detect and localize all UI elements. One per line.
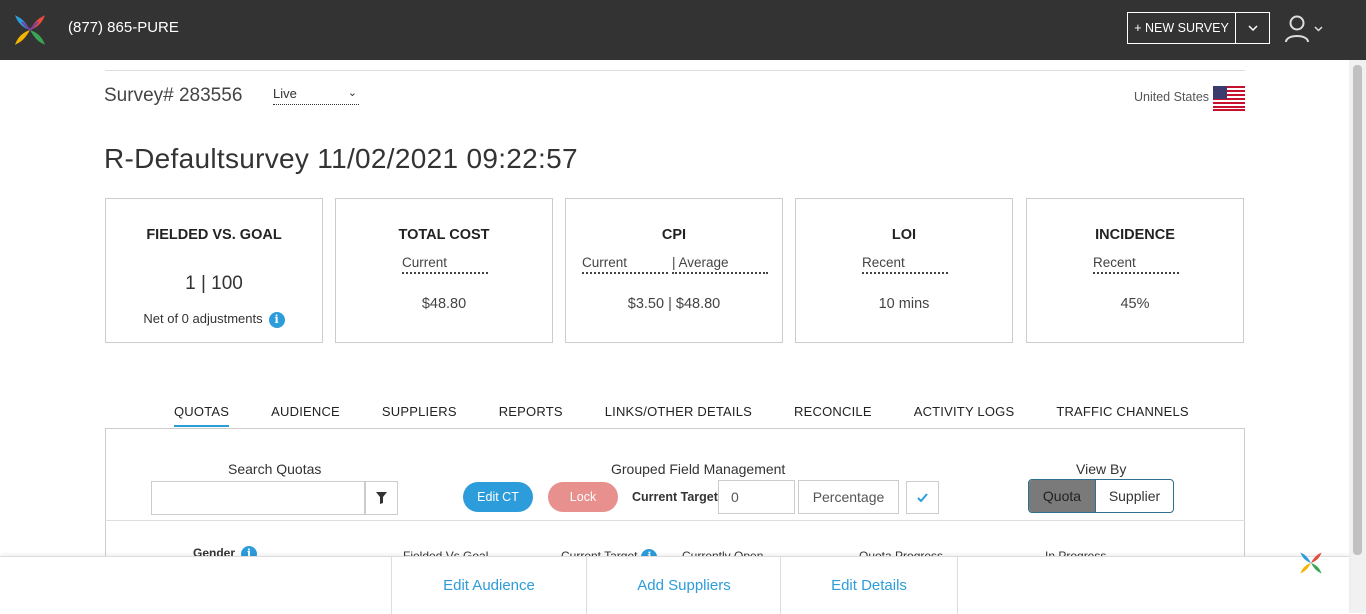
tab-quotas[interactable]: QUOTAS [174,404,230,427]
card-title: LOI [891,227,917,243]
chat-widget-logo-icon[interactable] [1299,551,1323,575]
card-note: Net of 0 adjustments i [106,311,322,328]
chevron-down-icon: ⌄ [347,87,357,99]
chevron-down-icon [1314,26,1323,32]
survey-tabs: QUOTAS AUDIENCE SUPPLIERS REPORTS LINKS/… [174,404,1231,427]
view-by-label: View By [1076,461,1127,477]
divider [105,70,1245,71]
adjustments-note: Net of 0 adjustments [143,311,263,326]
vertical-scrollbar[interactable] [1349,60,1366,613]
filter-button[interactable] [364,481,398,515]
scrollbar-thumb[interactable] [1353,65,1362,555]
page-title: R-Defaultsurvey 11/02/2021 09:22:57 [104,143,578,174]
tab-suppliers[interactable]: SUPPLIERS [382,404,457,427]
check-icon [917,493,928,502]
current-target-label: Current Target [632,490,718,504]
survey-status-select[interactable]: Live ⌄ [273,86,359,105]
new-survey-button[interactable]: + NEW SURVEY [1128,13,1236,43]
filter-icon [375,492,387,504]
divider [105,520,1245,521]
country-label: United States [1134,90,1210,104]
current-target-input[interactable]: 0 [718,480,795,514]
card-value: 45% [1120,296,1150,312]
tab-audience[interactable]: AUDIENCE [271,404,340,427]
user-menu[interactable] [1284,14,1328,44]
card-title: INCIDENCE [1095,227,1175,243]
tab-links-other-details[interactable]: LINKS/OTHER DETAILS [605,404,752,427]
brand-logo-icon[interactable] [13,13,47,47]
tab-activity-logs[interactable]: ACTIVITY LOGS [914,404,1015,427]
card-value: $48.80 [421,296,467,312]
new-survey-button-group: + NEW SURVEY [1127,12,1270,44]
incidence-card: INCIDENCE Recent 45% [1026,198,1244,343]
footer-action-bar: Edit Audience Add Suppliers Edit Details [0,556,1349,614]
tab-traffic-channels[interactable]: TRAFFIC CHANNELS [1056,404,1189,427]
top-bar: (877) 865-PURE + NEW SURVEY [0,0,1366,60]
view-by-supplier-option[interactable]: Supplier [1095,480,1173,512]
tab-reconcile[interactable]: RECONCILE [794,404,872,427]
chevron-down-icon [1247,25,1258,31]
cpi-average-subtitle[interactable]: | Average [672,255,768,274]
apply-button[interactable] [906,481,939,514]
card-subtitle[interactable]: Current [402,255,488,274]
grouped-field-management-label: Grouped Field Management [611,461,786,477]
view-by-toggle: Quota Supplier [1028,479,1174,513]
survey-status-value: Live [273,86,297,101]
card-title: FIELDED VS. GOAL [146,227,282,243]
card-value: 1 | 100 [185,273,243,294]
card-subtitle[interactable]: Recent [1093,255,1179,274]
lock-button[interactable]: Lock [548,482,618,512]
loi-card: LOI Recent 10 mins [795,198,1013,343]
us-flag-icon [1213,86,1245,111]
card-title: CPI [661,227,687,243]
user-icon [1285,15,1309,43]
cpi-current-subtitle[interactable]: Current [582,255,668,274]
survey-number: Survey# 283556 [104,85,243,106]
edit-ct-button[interactable]: Edit CT [463,482,533,512]
cpi-card: CPI Current | Average $3.50 | $48.80 [565,198,783,343]
view-by-quota-option[interactable]: Quota [1029,480,1095,512]
edit-details-button[interactable]: Edit Details [780,557,958,614]
percentage-button[interactable]: Percentage [798,480,899,514]
card-value: 10 mins [878,296,930,312]
tab-reports[interactable]: REPORTS [499,404,563,427]
edit-audience-button[interactable]: Edit Audience [391,557,586,614]
fielded-vs-goal-card: FIELDED VS. GOAL 1 | 100 Net of 0 adjust… [105,198,323,343]
new-survey-dropdown-button[interactable] [1236,13,1269,43]
phone-number: (877) 865-PURE [68,19,179,36]
search-quotas-label: Search Quotas [228,461,322,477]
card-value: $3.50 | $48.80 [627,296,721,312]
card-subtitle[interactable]: Recent [862,255,948,274]
add-suppliers-button[interactable]: Add Suppliers [586,557,781,614]
total-cost-card: TOTAL COST Current $48.80 [335,198,553,343]
card-title: TOTAL COST [398,227,490,243]
search-quotas-input[interactable] [151,481,366,515]
info-icon[interactable]: i [268,311,285,328]
